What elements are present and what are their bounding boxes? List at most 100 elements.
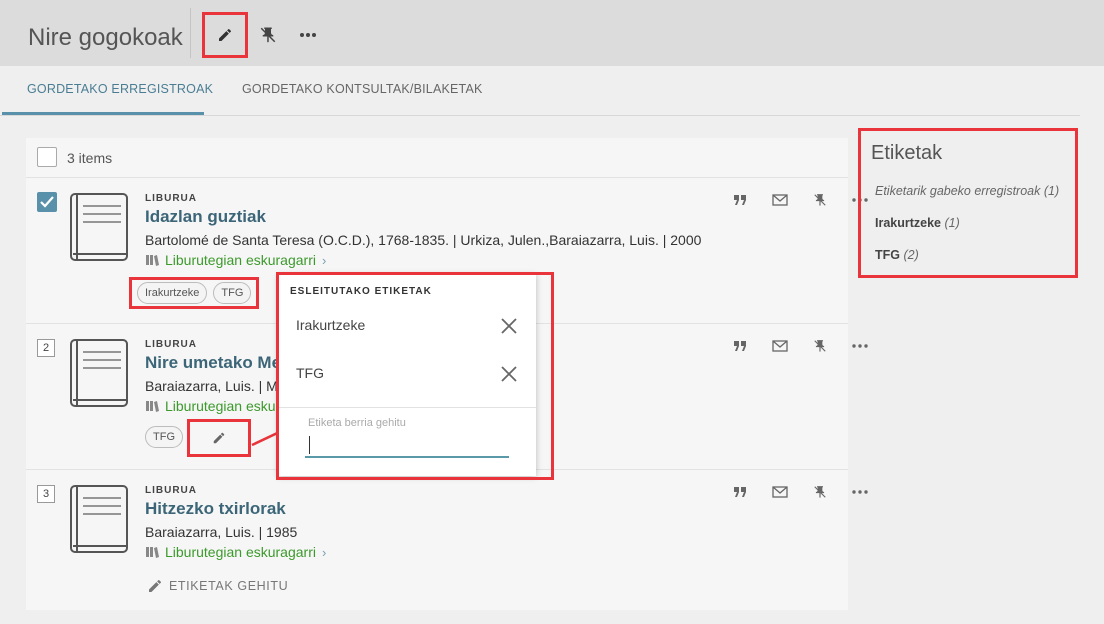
more-horizontal-icon: [852, 344, 868, 348]
library-book-icon: [146, 255, 159, 266]
mail-icon: [772, 486, 788, 498]
add-tags-label: ETIKETAK GEHITU: [169, 579, 289, 593]
record-number: 3: [37, 485, 55, 503]
library-book-icon: [146, 401, 159, 412]
record-number: 2: [37, 339, 55, 357]
email-button[interactable]: [768, 482, 792, 502]
assigned-tag-row: TFG: [278, 351, 536, 399]
chevron-right-icon: ›: [321, 544, 327, 560]
pencil-icon: [149, 579, 162, 592]
sidebar-item-irakurtzeke[interactable]: Irakurtzeke (1): [875, 216, 960, 230]
sidebar-title: Etiketak: [871, 142, 943, 164]
divider: [190, 8, 191, 58]
unpin-icon: [814, 486, 826, 498]
tag-chip[interactable]: TFG: [213, 282, 252, 304]
more-horizontal-icon: [300, 33, 316, 37]
library-book-icon: [146, 547, 159, 558]
new-tag-input[interactable]: [305, 432, 509, 458]
record-meta: Bartolomé de Santa Teresa (O.C.D.), 1768…: [145, 232, 702, 248]
more-options-button[interactable]: [288, 15, 328, 55]
unpin-record-button[interactable]: [808, 482, 832, 502]
tag-editor-popup: ESLEITUTAKO ETIKETAK Irakurtzeke TFG Eti…: [278, 274, 536, 476]
citation-button[interactable]: [728, 336, 752, 356]
assigned-tag-row: Irakurtzeke: [278, 303, 536, 351]
record-more-button[interactable]: [848, 336, 872, 356]
results-header: 3 items: [26, 138, 848, 178]
record-type: LIBURUA: [145, 339, 197, 350]
top-bar: Nire gogokoak: [0, 0, 1104, 66]
availability-link[interactable]: Liburutegian esku: [145, 398, 276, 414]
sidebar-item-tfg[interactable]: TFG (2): [875, 248, 919, 262]
record-actions: [702, 336, 868, 356]
record-tags: TFG: [139, 423, 189, 451]
quote-icon: [734, 195, 746, 205]
unpin-record-button[interactable]: [808, 336, 832, 356]
sidebar-item-label: Etiketarik gabeko erregistroak: [875, 184, 1041, 198]
sidebar-item-untagged[interactable]: Etiketarik gabeko erregistroak (1): [875, 184, 1059, 198]
active-tab-indicator: [2, 112, 204, 115]
page-title: Nire gogokoak: [28, 24, 183, 51]
record-tags: Irakurtzeke TFG: [129, 277, 260, 309]
chevron-right-icon: ›: [321, 252, 327, 268]
record-more-button[interactable]: [848, 482, 872, 502]
tab-bar: GORDETAKO ERREGISTROAK GORDETAKO KONTSUL…: [0, 66, 1080, 116]
quote-icon: [734, 341, 746, 351]
record-actions: [702, 482, 868, 502]
list-item: 3 LIBURUA Hitzezko txirlorak Baraiazarra…: [26, 470, 868, 610]
sidebar-item-count: (1): [944, 216, 960, 230]
more-horizontal-icon: [852, 490, 868, 494]
record-checkbox[interactable]: [37, 192, 57, 212]
sidebar-item-label: TFG: [875, 248, 900, 262]
tab-saved-queries[interactable]: GORDETAKO KONTSULTAK/BILAKETAK: [242, 82, 483, 96]
sidebar-item-count: (1): [1043, 184, 1060, 198]
edit-favorites-button[interactable]: [202, 12, 248, 58]
checkmark-icon: [40, 196, 54, 208]
availability-label: Liburutegian esku: [165, 398, 276, 414]
record-title[interactable]: Idazlan guztiak: [145, 207, 266, 227]
book-icon: [69, 338, 129, 413]
items-count: 3 items: [67, 150, 113, 166]
book-icon: [69, 484, 129, 559]
availability-label: Liburutegian eskuragarri: [165, 544, 316, 560]
unpin-icon: [814, 340, 826, 352]
record-type: LIBURUA: [145, 485, 197, 496]
select-all-checkbox[interactable]: [37, 147, 57, 167]
sidebar-item-count: (2): [903, 248, 919, 262]
assigned-tag-label: TFG: [296, 365, 324, 381]
divider: [278, 407, 536, 408]
record-title[interactable]: Nire umetako Me: [145, 353, 281, 373]
close-icon[interactable]: [498, 363, 520, 385]
record-meta: Baraiazarra, Luis. | Me: [145, 378, 286, 394]
record-actions: [702, 190, 868, 210]
unpin-icon: [814, 194, 826, 206]
close-icon[interactable]: [498, 315, 520, 337]
book-icon: [69, 192, 129, 267]
pencil-icon: [213, 432, 225, 444]
pencil-icon: [219, 28, 232, 41]
sidebar-item-label: Irakurtzeke: [875, 216, 942, 230]
add-tags-button[interactable]: ETIKETAK GEHITU: [147, 578, 288, 594]
email-button[interactable]: [768, 190, 792, 210]
tab-saved-records[interactable]: GORDETAKO ERREGISTROAK: [27, 82, 213, 96]
availability-link[interactable]: Liburutegian eskuragarri ›: [145, 252, 326, 268]
citation-button[interactable]: [728, 190, 752, 210]
availability-link[interactable]: Liburutegian eskuragarri ›: [145, 544, 326, 560]
record-title[interactable]: Hitzezko txirlorak: [145, 499, 286, 519]
unpin-record-button[interactable]: [808, 190, 832, 210]
record-meta: Baraiazarra, Luis. | 1985: [145, 524, 298, 540]
mail-icon: [772, 194, 788, 206]
unpin-button[interactable]: [248, 15, 288, 55]
record-type: LIBURUA: [145, 193, 197, 204]
assigned-tag-label: Irakurtzeke: [296, 317, 366, 333]
email-button[interactable]: [768, 336, 792, 356]
mail-icon: [772, 340, 788, 352]
citation-button[interactable]: [728, 482, 752, 502]
popup-title: ESLEITUTAKO ETIKETAK: [290, 286, 432, 297]
tag-chip[interactable]: TFG: [145, 426, 183, 448]
tag-chip[interactable]: Irakurtzeke: [137, 282, 208, 304]
unpin-icon: [260, 27, 276, 43]
edit-tags-button[interactable]: [187, 419, 251, 457]
quote-icon: [734, 487, 746, 497]
availability-label: Liburutegian eskuragarri: [165, 252, 316, 268]
new-tag-label: Etiketa berria gehitu: [308, 417, 406, 429]
